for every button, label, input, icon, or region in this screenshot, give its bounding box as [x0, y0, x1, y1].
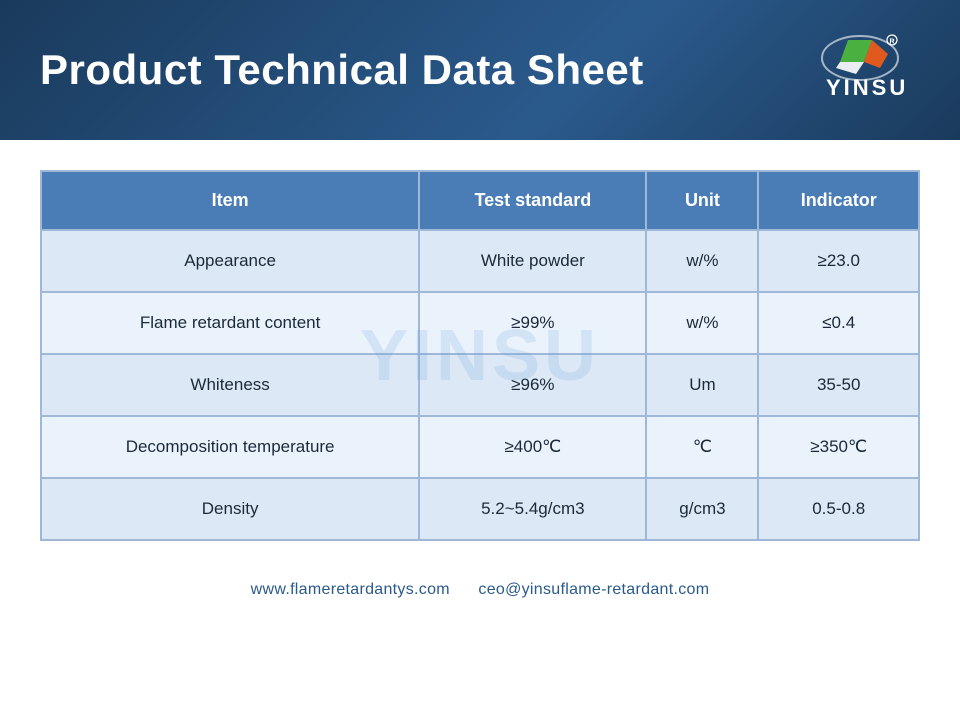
svg-text:R: R: [890, 39, 895, 46]
svg-text:YINSU: YINSU: [826, 75, 908, 100]
table-cell: ℃: [646, 416, 758, 478]
table-cell: Appearance: [41, 230, 419, 292]
table-row: AppearanceWhite powderw/%≥23.0: [41, 230, 919, 292]
table-cell: Flame retardant content: [41, 292, 419, 354]
table-body: AppearanceWhite powderw/%≥23.0Flame reta…: [41, 230, 919, 540]
table-header: Item Test standard Unit Indicator: [41, 171, 919, 230]
table-cell: Density: [41, 478, 419, 540]
table-cell: w/%: [646, 230, 758, 292]
logo-area: R YINSU: [800, 30, 920, 110]
col-indicator: Indicator: [758, 171, 919, 230]
table-cell: 0.5-0.8: [758, 478, 919, 540]
table-row: Whiteness≥96%Um35-50: [41, 354, 919, 416]
table-cell: ≥99%: [419, 292, 646, 354]
table-cell: White powder: [419, 230, 646, 292]
table-container: YINSU Item Test standard Unit Indicator …: [0, 140, 960, 561]
table-wrapper: YINSU Item Test standard Unit Indicator …: [40, 170, 920, 541]
page-footer: www.flameretardantys.com ceo@yinsuflame-…: [0, 581, 960, 599]
table-cell: ≥400℃: [419, 416, 646, 478]
table-cell: Whiteness: [41, 354, 419, 416]
table-cell: w/%: [646, 292, 758, 354]
table-header-row: Item Test standard Unit Indicator: [41, 171, 919, 230]
footer-website: www.flameretardantys.com: [251, 581, 450, 598]
table-row: Decomposition temperature≥400℃℃≥350℃: [41, 416, 919, 478]
table-cell: Um: [646, 354, 758, 416]
table-cell: ≥96%: [419, 354, 646, 416]
table-row: Flame retardant content≥99%w/%≤0.4: [41, 292, 919, 354]
footer-email: ceo@yinsuflame-retardant.com: [478, 581, 709, 598]
table-cell: ≤0.4: [758, 292, 919, 354]
table-cell: 5.2~5.4g/cm3: [419, 478, 646, 540]
col-test-standard: Test standard: [419, 171, 646, 230]
table-cell: g/cm3: [646, 478, 758, 540]
table-cell: Decomposition temperature: [41, 416, 419, 478]
page-title: Product Technical Data Sheet: [40, 46, 644, 94]
table-cell: 35-50: [758, 354, 919, 416]
table-cell: ≥350℃: [758, 416, 919, 478]
data-table: Item Test standard Unit Indicator Appear…: [40, 170, 920, 541]
table-row: Density5.2~5.4g/cm3g/cm30.5-0.8: [41, 478, 919, 540]
page-header: Product Technical Data Sheet R YINSU: [0, 0, 960, 140]
col-item: Item: [41, 171, 419, 230]
col-unit: Unit: [646, 171, 758, 230]
yinsu-logo-icon: R YINSU: [800, 30, 920, 110]
table-cell: ≥23.0: [758, 230, 919, 292]
